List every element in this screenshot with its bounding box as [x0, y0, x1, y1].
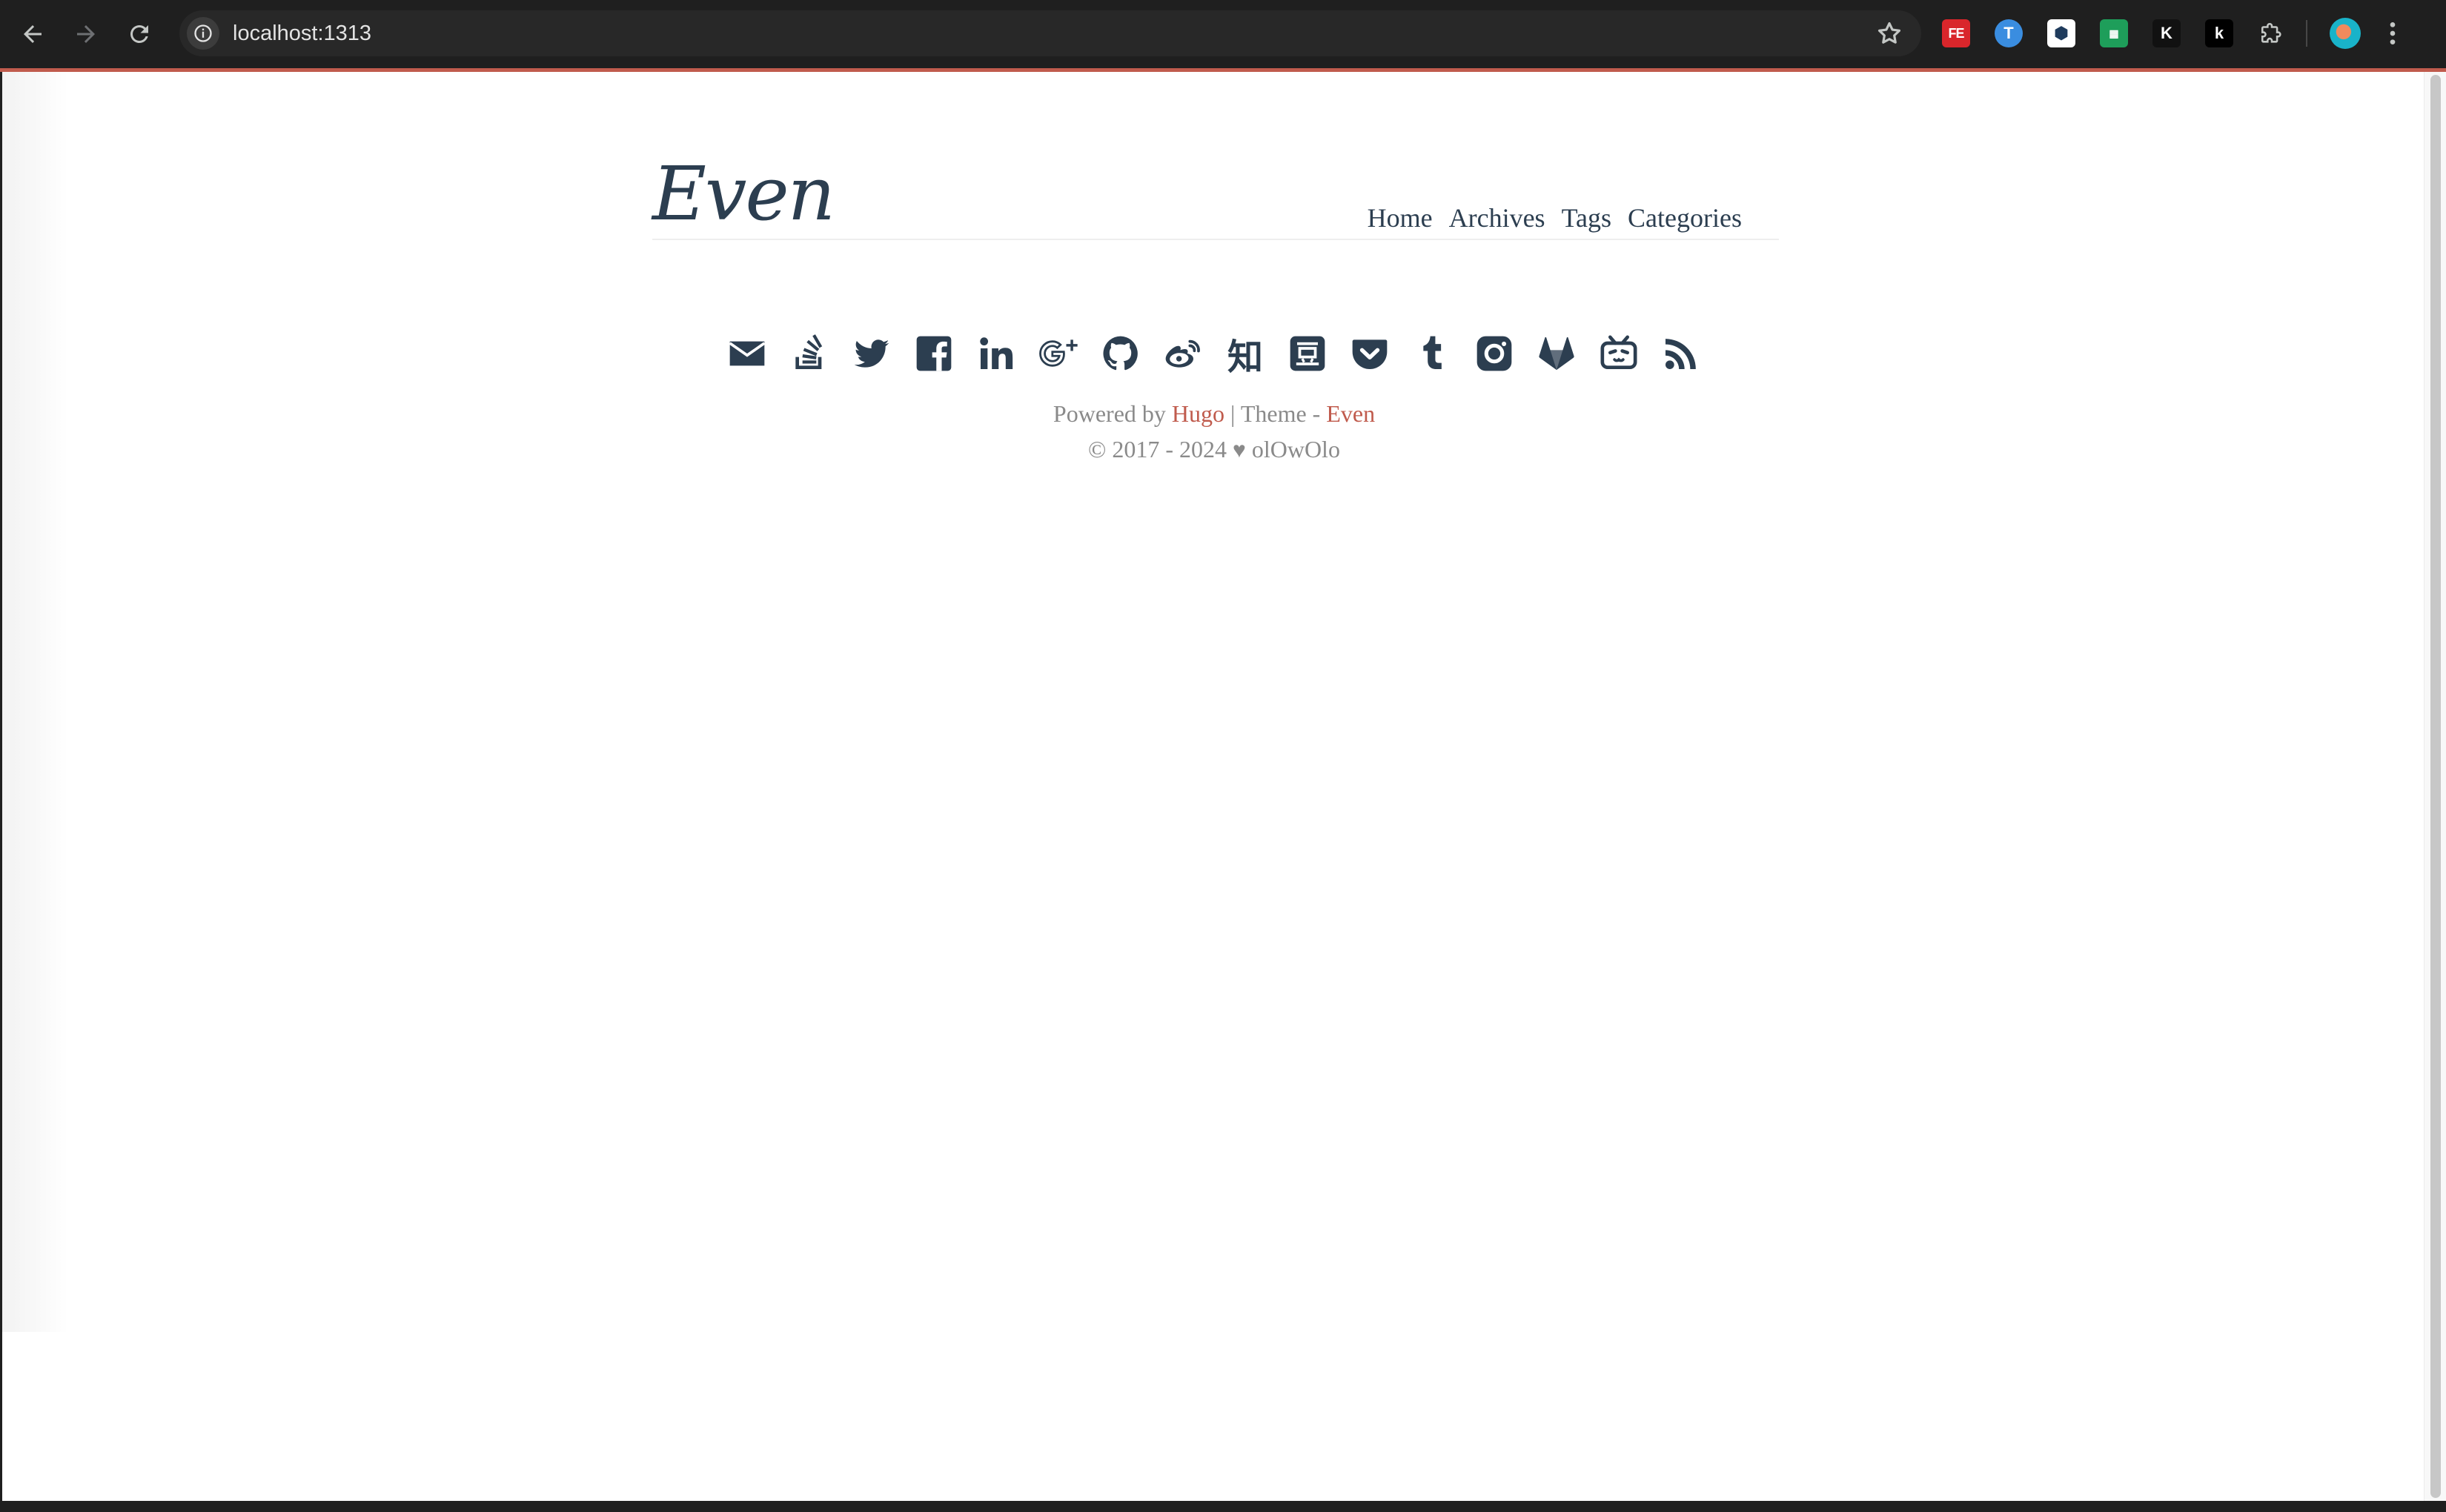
email-icon[interactable]	[725, 331, 769, 376]
nav-tags[interactable]: Tags	[1562, 202, 1611, 233]
gitlab-icon[interactable]	[1534, 331, 1579, 376]
rss-icon[interactable]	[1659, 331, 1703, 376]
powered-by-text: Powered by	[1053, 400, 1166, 427]
nav-home[interactable]: Home	[1368, 202, 1433, 233]
browser-toolbar: localhost:1313 FE T ⬢ ▦ K k	[0, 0, 2446, 68]
extension-fe-icon[interactable]: FE	[1942, 19, 1970, 47]
address-bar[interactable]: localhost:1313	[179, 10, 1921, 56]
bilibili-icon[interactable]	[1597, 331, 1641, 376]
arrow-left-icon	[24, 25, 42, 43]
profile-avatar[interactable]	[2330, 18, 2361, 49]
extensions-puzzle-icon[interactable]	[2258, 19, 2286, 47]
side-shadow	[2, 72, 69, 1332]
heart-icon: ♥	[1233, 438, 1246, 462]
window-bottom-edge	[0, 1501, 2446, 1512]
zhihu-icon[interactable]: 知	[1223, 331, 1267, 378]
linkedin-icon[interactable]	[974, 331, 1018, 376]
site-nav: Home Archives Tags Categories	[1351, 202, 1742, 233]
arrow-right-icon	[77, 25, 95, 43]
extension-k-icon[interactable]: K	[2152, 19, 2181, 47]
extension-k-lower-icon[interactable]: k	[2205, 19, 2233, 47]
back-button[interactable]	[10, 12, 55, 56]
author-name: olOwOlo	[1251, 436, 1340, 462]
extension-green-icon[interactable]: ▦	[2100, 19, 2128, 47]
site-header: Even Home Archives Tags Categories	[652, 113, 1779, 239]
theme-link[interactable]: Even	[1326, 400, 1375, 427]
extension-t-icon[interactable]: T	[1995, 19, 2023, 47]
nav-categories[interactable]: Categories	[1628, 202, 1742, 233]
extension-hex-icon[interactable]: ⬢	[2047, 19, 2075, 47]
reload-button[interactable]	[117, 12, 162, 56]
facebook-icon[interactable]	[912, 331, 956, 376]
footer-powered-by: Powered by Hugo | Theme - Even	[2, 400, 2426, 428]
toolbar-divider	[2306, 20, 2307, 47]
info-icon	[194, 24, 212, 42]
scrollbar-thumb[interactable]	[2430, 75, 2441, 1498]
footer-copyright: © 2017 - 2024 ♥ olOwOlo	[2, 436, 2426, 463]
stack-overflow-icon[interactable]	[787, 331, 832, 376]
browser-menu-button[interactable]	[2382, 19, 2404, 48]
github-icon[interactable]	[1098, 331, 1143, 376]
header-divider	[652, 239, 1779, 240]
pocket-icon[interactable]	[1348, 331, 1392, 376]
more-vertical-icon	[2390, 22, 2396, 44]
google-plus-icon[interactable]	[1036, 331, 1081, 376]
site-logo[interactable]: Even	[652, 150, 835, 237]
footer-separator: |	[1230, 400, 1236, 427]
social-links: 知	[2, 331, 2426, 378]
star-icon	[1877, 21, 1901, 44]
reload-icon	[130, 25, 148, 43]
forward-button[interactable]	[64, 12, 108, 56]
site-info-button[interactable]	[187, 17, 219, 50]
instagram-icon[interactable]	[1472, 331, 1517, 376]
vertical-scrollbar[interactable]	[2424, 72, 2446, 1501]
theme-label: Theme -	[1240, 400, 1321, 427]
extensions-bar: FE T ⬢ ▦ K k	[1942, 16, 2404, 50]
douban-icon[interactable]	[1285, 331, 1330, 376]
twitter-icon[interactable]	[849, 331, 894, 376]
nav-archives[interactable]: Archives	[1449, 202, 1545, 233]
copyright-years: © 2017 - 2024	[1088, 436, 1227, 462]
url-text[interactable]: localhost:1313	[233, 21, 371, 46]
bookmark-button[interactable]	[1875, 19, 1903, 47]
tumblr-icon[interactable]	[1410, 331, 1454, 376]
page-viewport: Even Home Archives Tags Categories 知 Pow…	[0, 72, 2446, 1501]
hugo-link[interactable]: Hugo	[1172, 400, 1224, 427]
weibo-icon[interactable]	[1161, 331, 1205, 376]
